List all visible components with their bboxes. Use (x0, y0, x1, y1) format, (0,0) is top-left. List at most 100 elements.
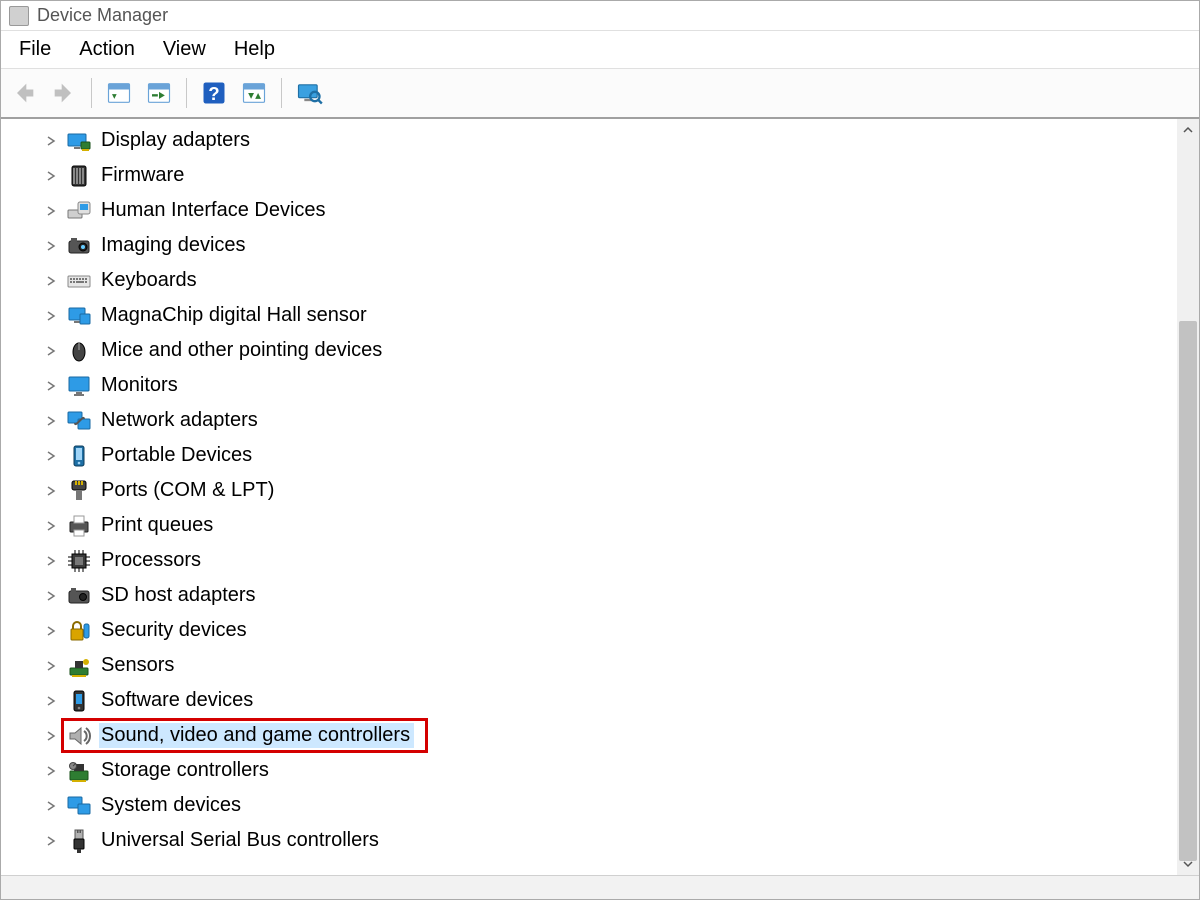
tree-item-label: Sensors (99, 653, 178, 678)
chevron-right-icon (46, 381, 56, 391)
tree-item[interactable]: Mice and other pointing devices (43, 333, 1177, 368)
tree-item[interactable]: Sensors (43, 648, 1177, 683)
expand-toggle[interactable] (43, 483, 59, 499)
chevron-right-icon (46, 416, 56, 426)
scroll-up-arrow[interactable] (1177, 119, 1199, 141)
tree-item[interactable]: Processors (43, 543, 1177, 578)
chevron-right-icon (46, 486, 56, 496)
tree-item-label: MagnaChip digital Hall sensor (99, 303, 371, 328)
tree-item[interactable]: Monitors (43, 368, 1177, 403)
toolbar-separator (281, 78, 282, 108)
expand-toggle[interactable] (43, 413, 59, 429)
chevron-right-icon (46, 276, 56, 286)
usb-controller-icon (65, 827, 93, 855)
menu-view[interactable]: View (163, 38, 206, 61)
tree-item[interactable]: Sound, video and game controllers (43, 718, 1177, 753)
expand-toggle[interactable] (43, 763, 59, 779)
vertical-scrollbar[interactable] (1177, 119, 1199, 875)
menu-help[interactable]: Help (234, 38, 275, 61)
firmware-icon (65, 162, 93, 190)
tree-item[interactable]: Storage controllers (43, 753, 1177, 788)
chevron-right-icon (46, 556, 56, 566)
chevron-right-icon (46, 311, 56, 321)
menu-file[interactable]: File (19, 38, 51, 61)
expand-toggle[interactable] (43, 308, 59, 324)
tree-item-label: Monitors (99, 373, 182, 398)
back-button[interactable] (7, 76, 41, 110)
chevron-up-icon (1183, 125, 1193, 135)
imaging-device-icon (65, 232, 93, 260)
tree-item-label: Ports (COM & LPT) (99, 478, 278, 503)
tree-item[interactable]: Universal Serial Bus controllers (43, 823, 1177, 858)
mouse-icon (65, 337, 93, 365)
scan-hardware-button[interactable] (142, 76, 176, 110)
tree-item[interactable]: Keyboards (43, 263, 1177, 298)
tree-item-label: Keyboards (99, 268, 201, 293)
device-manager-window: Device Manager File Action View Help (0, 0, 1200, 900)
expand-toggle[interactable] (43, 238, 59, 254)
chevron-right-icon (46, 731, 56, 741)
tree-item-label: Firmware (99, 163, 188, 188)
expand-toggle[interactable] (43, 833, 59, 849)
main-area: Display adapters Firmware Human Interface … (1, 119, 1199, 875)
chevron-right-icon (46, 346, 56, 356)
tree-item[interactable]: Firmware (43, 158, 1177, 193)
tree-item[interactable]: Human Interface Devices (43, 193, 1177, 228)
chevron-right-icon (46, 206, 56, 216)
sensors-icon (65, 652, 93, 680)
tree-item[interactable]: MagnaChip digital Hall sensor (43, 298, 1177, 333)
software-device-icon (65, 687, 93, 715)
tree-item[interactable]: Software devices (43, 683, 1177, 718)
chevron-right-icon (46, 591, 56, 601)
tree-item[interactable]: Ports (COM & LPT) (43, 473, 1177, 508)
tree-item[interactable]: Portable Devices (43, 438, 1177, 473)
tree-item[interactable]: Display adapters (43, 123, 1177, 158)
expand-toggle[interactable] (43, 693, 59, 709)
scroll-track[interactable] (1177, 141, 1199, 853)
device-tree[interactable]: Display adapters Firmware Human Interface … (1, 119, 1177, 875)
menu-action[interactable]: Action (79, 38, 135, 61)
chevron-right-icon (46, 171, 56, 181)
expand-toggle[interactable] (43, 658, 59, 674)
expand-toggle[interactable] (43, 728, 59, 744)
expand-toggle[interactable] (43, 273, 59, 289)
status-bar (1, 875, 1199, 899)
tree-item[interactable]: System devices (43, 788, 1177, 823)
expand-toggle[interactable] (43, 553, 59, 569)
storage-controller-icon (65, 757, 93, 785)
display-adapter-icon (65, 127, 93, 155)
expand-toggle[interactable] (43, 168, 59, 184)
tree-item-label: Sound, video and game controllers (99, 723, 414, 748)
show-hidden-devices-button[interactable] (292, 76, 326, 110)
properties-button[interactable] (102, 76, 136, 110)
monitor-icon (65, 372, 93, 400)
tree-item-label: Storage controllers (99, 758, 273, 783)
hid-icon (65, 197, 93, 225)
chevron-right-icon (46, 696, 56, 706)
tree-item-label: Imaging devices (99, 233, 250, 258)
expand-toggle[interactable] (43, 798, 59, 814)
tree-item[interactable]: Network adapters (43, 403, 1177, 438)
expand-toggle[interactable] (43, 203, 59, 219)
tree-item[interactable]: Print queues (43, 508, 1177, 543)
toolbar-separator (186, 78, 187, 108)
help-button[interactable]: ? (197, 76, 231, 110)
sd-host-icon (65, 582, 93, 610)
tree-item[interactable]: Imaging devices (43, 228, 1177, 263)
expand-toggle[interactable] (43, 133, 59, 149)
tree-item-label: Print queues (99, 513, 217, 538)
chevron-right-icon (46, 661, 56, 671)
tree-item-label: Security devices (99, 618, 251, 643)
app-icon (9, 6, 29, 26)
expand-toggle[interactable] (43, 448, 59, 464)
tree-item[interactable]: Security devices (43, 613, 1177, 648)
expand-toggle[interactable] (43, 518, 59, 534)
expand-toggle[interactable] (43, 623, 59, 639)
expand-toggle[interactable] (43, 378, 59, 394)
update-driver-button[interactable] (237, 76, 271, 110)
expand-toggle[interactable] (43, 588, 59, 604)
forward-button[interactable] (47, 76, 81, 110)
tree-item[interactable]: SD host adapters (43, 578, 1177, 613)
scroll-thumb[interactable] (1179, 321, 1197, 861)
expand-toggle[interactable] (43, 343, 59, 359)
